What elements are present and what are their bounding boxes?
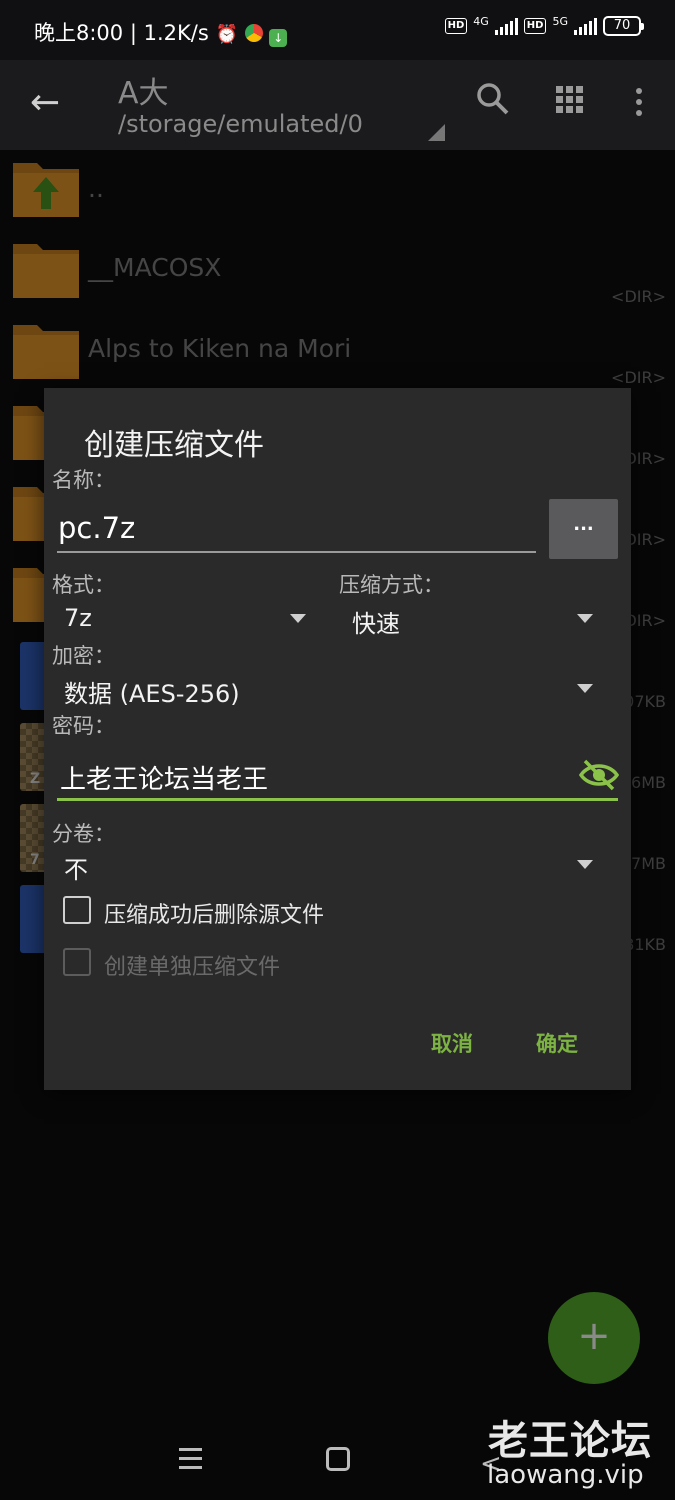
- encrypt-dropdown-icon: [577, 684, 593, 693]
- toolbar: ← A大 /storage/emulated/0: [0, 60, 675, 150]
- archive-name-input[interactable]: pc.7z: [57, 496, 536, 553]
- add-fab-button[interactable]: +: [548, 1292, 640, 1384]
- home-nav-icon[interactable]: [326, 1447, 350, 1471]
- format-label: 格式：: [52, 573, 115, 597]
- signal-icon: [494, 17, 518, 35]
- method-dropdown-icon: [577, 614, 593, 623]
- encrypt-value: 数据 (AES-256): [64, 680, 240, 708]
- dialog-title: 创建压缩文件: [84, 428, 264, 463]
- delete-source-checkbox[interactable]: [63, 896, 91, 924]
- network-4g: 4G: [473, 14, 489, 28]
- current-path[interactable]: /storage/emulated/0: [118, 110, 363, 138]
- encrypt-label: 加密：: [52, 644, 115, 668]
- back-arrow-icon[interactable]: ←: [30, 82, 60, 123]
- hd-badge-2: HD: [523, 18, 547, 34]
- status-bar: 晚上8:00 | 1.2K/s ⏰ ↓ HD 4G HD 5G 70: [0, 0, 675, 60]
- watermark-url: laowang.vip: [487, 1460, 644, 1490]
- split-dropdown-icon: [577, 860, 593, 869]
- hd-badge: HD: [444, 18, 468, 34]
- format-dropdown-icon: [290, 614, 306, 623]
- battery-icon: 70: [603, 16, 644, 36]
- grid-view-icon[interactable]: [556, 86, 583, 113]
- battery-level: 70: [613, 18, 631, 33]
- ok-button[interactable]: 确定: [536, 1028, 578, 1058]
- browse-button[interactable]: ...: [549, 499, 618, 559]
- split-label: 分卷：: [52, 822, 115, 846]
- path-dropdown-icon[interactable]: [428, 124, 445, 141]
- recents-nav-icon[interactable]: [179, 1448, 202, 1469]
- signal-icon-2: [574, 17, 597, 35]
- separate-archive-checkbox[interactable]: [63, 948, 91, 976]
- cancel-button[interactable]: 取消: [431, 1028, 473, 1058]
- toolbar-title: A大: [118, 76, 169, 111]
- more-options-icon[interactable]: [636, 88, 642, 116]
- split-value: 不: [64, 856, 88, 884]
- status-time: 晚上8:00 | 1.2K/s ⏰ ↓: [34, 17, 288, 47]
- chrome-icon: [244, 24, 263, 42]
- alarm-icon: ⏰: [215, 24, 238, 45]
- password-label: 密码：: [52, 714, 115, 738]
- search-icon[interactable]: [476, 82, 510, 116]
- format-value: 7z: [64, 604, 92, 632]
- clock-text: 晚上8:00: [34, 21, 124, 45]
- name-label: 名称：: [52, 468, 115, 492]
- separate-archive-label: 创建单独压缩文件: [104, 955, 281, 980]
- delete-source-label: 压缩成功后删除源文件: [104, 903, 325, 928]
- network-5g: 5G: [552, 14, 568, 28]
- download-icon: ↓: [269, 29, 288, 47]
- password-input[interactable]: 上老王论坛当老王: [57, 743, 618, 801]
- watermark-title: 老王论坛: [488, 1418, 652, 1464]
- method-label: 压缩方式：: [339, 573, 444, 597]
- method-value: 快速: [352, 610, 400, 638]
- net-speed: 1.2K/s: [143, 21, 209, 45]
- visibility-off-icon[interactable]: [579, 758, 619, 792]
- create-archive-dialog: 创建压缩文件 名称： pc.7z ... 格式： 7z 压缩方式： 快速 加密：…: [44, 388, 631, 1090]
- status-indicators: HD 4G HD 5G 70: [444, 14, 644, 36]
